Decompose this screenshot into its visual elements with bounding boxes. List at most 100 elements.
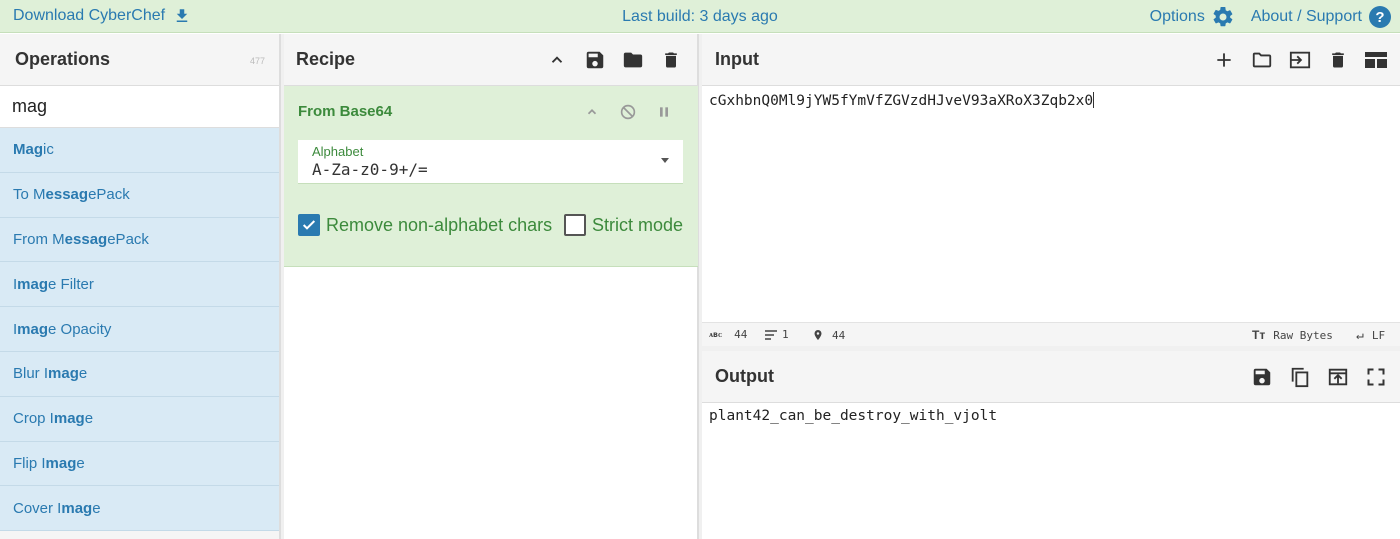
input-textarea[interactable]: cGxhbnQ0Ml9jYW5fYmVfZGVzdHJveV93aXRoX3Zq… xyxy=(709,92,1095,109)
search-match-highlight: Mag xyxy=(13,141,43,159)
operation-name-part: e xyxy=(76,454,85,472)
alphabet-select[interactable]: Alphabet A-Za-z0-9+/= xyxy=(298,140,683,184)
operation-name-part: e xyxy=(84,410,94,428)
operations-search-input[interactable]: mag xyxy=(0,86,279,128)
operation-name-part: From M xyxy=(13,230,65,248)
operation-list-item[interactable]: Crop Imag e xyxy=(0,397,279,442)
strict-mode-label: Strict mode xyxy=(592,214,684,235)
search-match-highlight: mag xyxy=(45,454,77,472)
search-match-highlight: mag xyxy=(53,410,85,428)
operation-name-part: Flip I xyxy=(13,454,46,472)
checkbox-unchecked-icon[interactable] xyxy=(564,214,586,236)
checkbox-checked-icon[interactable] xyxy=(298,214,320,236)
encoding-selector[interactable]: Tт Raw Bytes xyxy=(1252,328,1333,342)
return-arrow-icon: ↵ xyxy=(1356,328,1364,343)
copy-output-icon[interactable] xyxy=(1288,365,1312,389)
search-match-highlight: mag xyxy=(17,320,49,338)
about-support-link[interactable]: About / Support ? xyxy=(1251,5,1392,29)
position-stat: 44 xyxy=(812,328,845,342)
load-recipe-folder-icon[interactable] xyxy=(621,48,645,72)
options-label: Options xyxy=(1149,8,1205,25)
operations-panel: Operations 477 mag Mag ic To Messag ePack Fr… xyxy=(0,34,280,539)
operation-name-part: e xyxy=(92,499,101,517)
download-label: Download CyberChef xyxy=(13,7,166,24)
search-match-highlight: essag xyxy=(45,186,89,204)
add-tab-plus-icon[interactable] xyxy=(1212,48,1236,72)
operation-name-part: e xyxy=(78,365,88,383)
svg-text:?: ? xyxy=(1375,9,1384,26)
operation-list-item[interactable]: Imag e Filter xyxy=(0,262,279,308)
lines-value: 1 xyxy=(782,328,789,341)
position-value: 44 xyxy=(832,328,846,342)
clear-recipe-trash-icon[interactable] xyxy=(659,48,683,72)
strict-mode-checkbox[interactable]: Strict mode xyxy=(564,214,683,236)
operation-list-item[interactable]: Mag ic xyxy=(0,128,279,173)
search-match-highlight: mag xyxy=(48,365,79,383)
save-recipe-icon[interactable] xyxy=(583,48,607,72)
output-text[interactable]: plant42_can_be_destroy_with_vjolt xyxy=(709,408,997,424)
recipe-header: Recipe xyxy=(284,34,697,86)
operation-list-item[interactable]: Flip Imag e xyxy=(0,442,279,487)
input-title: Input xyxy=(715,49,759,69)
lines-stat: 1 xyxy=(764,328,789,341)
operation-list-item[interactable]: To Messag ePack xyxy=(0,173,279,218)
collapse-recipe-icon[interactable] xyxy=(545,48,569,72)
replace-input-with-output-icon[interactable] xyxy=(1326,365,1350,389)
input-panel: Input cGxhbnQ0Ml9jYW5fYmVfZGVzdHJveV93aX… xyxy=(702,34,1400,345)
clear-input-trash-icon[interactable] xyxy=(1326,48,1350,72)
search-match-highlight: mag xyxy=(17,275,49,293)
save-output-icon[interactable] xyxy=(1250,365,1274,389)
encoding-value: Raw Bytes xyxy=(1273,328,1333,342)
top-banner: Download CyberChef Last build: 3 days ag… xyxy=(0,0,1400,33)
length-stat: ᴀʙᴄ 44 xyxy=(709,328,747,341)
remove-nonalpha-label: Remove non-alphabet chars xyxy=(326,214,553,235)
recipe-operation-from-base64[interactable]: From Base64 Alphabet A-Za-z0-9+/= Remove… xyxy=(284,86,698,267)
search-match-highlight: essag xyxy=(64,230,108,248)
collapse-operation-icon[interactable] xyxy=(580,100,604,124)
operation-name-part: Crop I xyxy=(13,410,54,428)
eol-value: LF xyxy=(1371,329,1386,342)
operation-name-part: ic xyxy=(43,141,54,159)
operation-name-part: e Opacity xyxy=(48,320,112,338)
gear-icon xyxy=(1213,6,1233,27)
open-folder-icon[interactable] xyxy=(1250,48,1274,72)
operation-name: From Base64 xyxy=(298,103,393,120)
operation-list-item[interactable]: Blur Imag e xyxy=(0,352,279,397)
disable-operation-icon[interactable] xyxy=(616,100,640,124)
operation-list-item[interactable]: Imag e Opacity xyxy=(0,307,279,352)
operation-name-part: Cover I xyxy=(13,499,62,517)
operation-name-part: Blur I xyxy=(13,365,49,383)
output-panel: Output plant42_can_be_destroy_with_vjolt xyxy=(702,351,1400,539)
operation-name-part: To M xyxy=(13,186,46,204)
open-file-import-icon[interactable] xyxy=(1288,48,1312,72)
length-value: 44 xyxy=(734,328,748,341)
download-icon xyxy=(176,9,188,22)
download-cyberchef-link[interactable]: Download CyberChef xyxy=(13,7,191,25)
operation-list-item[interactable]: From Messag ePack xyxy=(0,218,279,263)
operation-name-part: e Filter xyxy=(48,275,94,293)
input-status-bar: ᴀʙᴄ 44 1 44 Tт Raw Bytes ↵ LF xyxy=(702,322,1400,346)
alphabet-label: Alphabet xyxy=(312,144,364,159)
recipe-panel: Recipe From Base64 Alphabet A-Za-z0-9+/=… xyxy=(284,34,698,539)
dropdown-caret-icon[interactable] xyxy=(661,158,669,163)
operation-list-item[interactable]: Cover Imag e xyxy=(0,486,279,532)
remove-nonalpha-checkbox[interactable]: Remove non-alphabet chars xyxy=(298,214,552,236)
eol-selector[interactable]: ↵ LF xyxy=(1356,328,1385,343)
operation-name-part: ePack xyxy=(88,186,130,204)
options-link[interactable]: Options xyxy=(1150,5,1235,29)
text-cursor xyxy=(1093,92,1095,108)
lines-icon xyxy=(765,329,777,340)
operation-name-part: ePack xyxy=(107,230,149,248)
pause-operation-icon[interactable] xyxy=(652,100,676,124)
about-label: About / Support xyxy=(1250,8,1362,25)
search-match-highlight: mag xyxy=(61,499,93,517)
operations-header: Operations 477 xyxy=(0,34,279,86)
input-header: Input xyxy=(702,34,1400,86)
abc-icon: ᴀʙᴄ xyxy=(709,330,723,339)
maximise-output-icon[interactable] xyxy=(1364,365,1388,389)
operations-list: Mag ic To Messag ePack From Messag ePack Imag e… xyxy=(0,128,279,532)
help-icon: ? xyxy=(1369,6,1391,28)
text-encoding-icon: Tт xyxy=(1252,328,1266,342)
operations-count: 477 xyxy=(249,56,265,66)
layout-reset-icon[interactable] xyxy=(1364,48,1388,72)
